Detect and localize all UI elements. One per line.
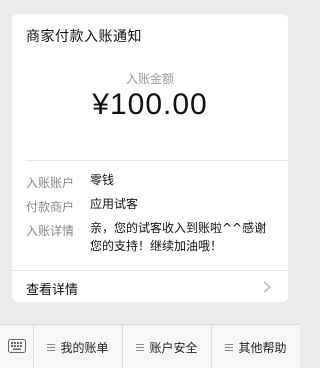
chevron-right-icon [263,281,272,293]
keyboard-icon [8,339,26,353]
amount-label: 入账金额 [125,72,174,86]
account-value: 零钱 [90,173,115,187]
view-details-link[interactable]: 查看详情 [12,270,288,302]
account-label: 入账账户 [26,176,75,190]
menu-other-help[interactable]: 其他帮助 [212,325,300,368]
detail-value: 亲，您的试客收入到账啦^^感谢您的支持！继续加油哦！ [90,221,267,253]
menu-account-security-label: 账户安全 [149,340,198,355]
menu-lines-icon [225,342,234,353]
divider [26,160,288,161]
menu-lines-icon [47,342,56,353]
merchant-value: 应用试客 [90,197,139,211]
notification-card: 商家付款入账通知 入账金额 ¥100.00 入账账户 零钱 付款商户 应用试客 … [12,14,288,302]
merchant-label: 付款商户 [26,200,75,214]
detail-label: 入账详情 [26,224,75,238]
amount-value: ¥100.00 [92,88,208,121]
menu-lines-icon [136,342,145,353]
view-details-label: 查看详情 [26,283,79,298]
keyboard-toggle[interactable] [0,325,34,368]
bottom-menu-bar: 我的账单 账户安全 其他帮助 [0,324,300,368]
menu-account-security[interactable]: 账户安全 [123,325,212,368]
menu-other-help-label: 其他帮助 [238,340,287,355]
menu-my-bill[interactable]: 我的账单 [34,325,123,368]
card-title: 商家付款入账通知 [26,29,142,45]
menu-my-bill-label: 我的账单 [60,340,109,355]
